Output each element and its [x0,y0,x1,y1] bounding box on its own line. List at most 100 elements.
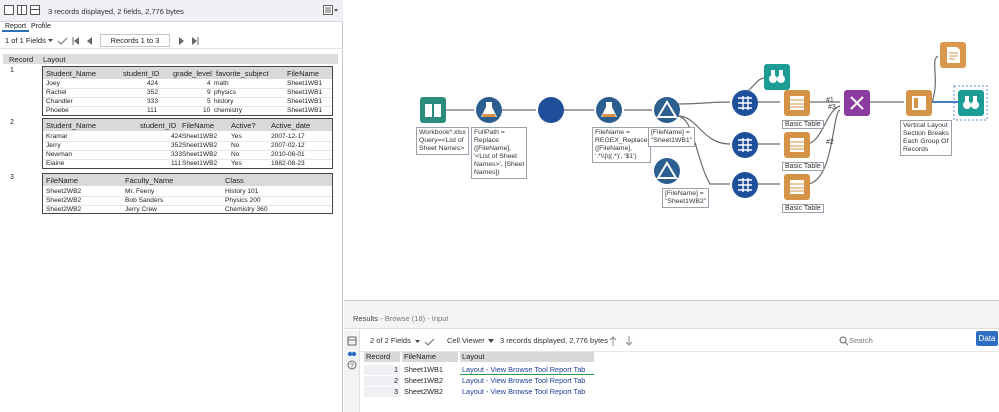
layout-link[interactable]: Layout - View Browse Tool Report Tab [460,376,594,386]
browse-tool-2[interactable] [958,90,984,116]
table-cell: Chandler [46,98,73,105]
table-cell: Joey [46,80,60,87]
table-cell: 111 [171,160,182,167]
grid-icon [738,138,752,152]
browse-tool-1[interactable] [764,64,790,90]
union-tool[interactable] [844,90,870,116]
table-icon [790,180,804,194]
search-input[interactable] [849,333,969,348]
table-cell[interactable]: Sheet1WB2 [402,376,458,386]
table-cell: 333 [171,151,183,158]
header-cell: grade_level [173,69,212,78]
select-tool-3[interactable] [732,172,758,198]
cell-viewer-select[interactable]: Cell Viewer [447,336,485,345]
results-header: Results - Browse (18) - Input [344,301,999,329]
fields-select[interactable]: 1 of 1 Fields [5,36,46,45]
table-cell: 10 [203,107,211,114]
view-rows-icon[interactable] [30,5,40,15]
layout-link[interactable]: Layout - View Browse Tool Report Tab [460,387,594,397]
table-cell: Physics 200 [225,197,261,204]
chevron-down-icon[interactable] [488,339,494,344]
header-cell: Class [225,176,244,185]
view-columns-icon[interactable] [17,5,27,15]
flask-icon [601,102,617,117]
report-pane: 3 records displayed, 2 fields, 2,776 byt… [0,0,343,412]
report-toolbar: 3 records displayed, 2 fields, 2,776 byt… [0,0,343,22]
table-cell[interactable]: Sheet2WB2 [402,387,458,397]
workflow-canvas[interactable]: Workbook*.xlsx Query=<List of Sheet Name… [344,0,999,300]
annotation-formula-2: FileName = REGEX_Replace ([FileName], '.… [592,127,651,163]
table-cell: Sheet1WB1 [287,107,323,114]
record-number: 3 [10,174,14,181]
filter-tool-2[interactable] [654,158,680,184]
dynamic-input-tool[interactable] [538,97,564,123]
table-cell: 2010-06-01 [271,151,305,158]
binoculars-icon [769,70,785,83]
first-record-icon[interactable] [72,37,96,45]
table-cell: Sheet1WB2 [182,151,218,158]
basic-table-tool-2[interactable] [784,132,810,158]
results-fields-select[interactable]: 2 of 2 Fields [370,336,411,345]
view-single-icon[interactable] [4,5,14,15]
header-cell: Faculty_Name [125,176,174,185]
table-cell: 352 [147,89,159,96]
table-cell: history [214,98,234,105]
table-cell[interactable]: Sheet1WB1 [402,365,458,375]
help-icon[interactable]: ? [347,360,357,370]
layout-tool[interactable] [906,90,932,116]
table-cell: Sheet1WB2 [182,160,218,167]
record-table-2: Student_Name student_ID FileName Active?… [42,118,333,169]
basic-table-tool-1[interactable] [784,90,810,116]
filter-tool-1[interactable] [654,97,680,123]
formula-tool-2[interactable] [596,97,622,123]
last-record-icon[interactable] [178,37,202,45]
table-cell: Sheet1WB2 [182,133,218,140]
table-cell: No [231,142,240,149]
search-icon [839,336,849,346]
table-cell: 9 [207,89,211,96]
table-cell: Jerry Crew [125,206,157,213]
annotation-formula-1: FullPath = Replace ([FileName], '<List o… [471,127,528,179]
table-cell: Yes [231,133,242,140]
col-filename: FileName [402,352,458,362]
basic-table-label: Basic Table [782,162,824,171]
record-number: 2 [10,119,14,126]
filter-icon [656,100,678,118]
header-cell: Student_Name [46,69,97,78]
sort-arrows-icon[interactable] [609,335,637,347]
select-tool-2[interactable] [732,132,758,158]
tab-report[interactable]: Report [2,22,30,32]
table-cell: Sheet2WB2 [46,206,82,213]
table-cell: 5 [207,98,211,105]
table-view-icon[interactable] [347,336,357,346]
table-cell: Sheet1WB2 [182,142,218,149]
basic-table-label: Basic Table [782,120,824,129]
browse-icon[interactable] [347,348,357,358]
header-cell: Student_Name [46,121,97,130]
render-tool[interactable] [940,42,966,68]
records-range-box[interactable]: Records 1 to 3 [100,34,170,47]
tab-profile[interactable]: Profile [28,22,54,32]
results-sidebar: ? [344,330,360,412]
header-cell: favorite_subject [216,69,269,78]
fields-dropdown-icon[interactable] [415,338,439,346]
input-data-tool[interactable] [420,97,446,123]
table-cell: Sheet1WB1 [287,80,323,87]
basic-table-tool-3[interactable] [784,174,810,200]
table-icon [790,96,804,110]
table-cell: 1 [364,365,400,375]
data-button[interactable]: Data [976,331,998,346]
table-cell: 3 [364,387,400,397]
col-layout: Layout [460,352,594,362]
connection-label: #3 [828,104,836,111]
layout-link[interactable]: Layout - View Browse Tool Report Tab [460,365,594,375]
formula-tool-1[interactable] [476,97,502,123]
fields-dropdown-icon[interactable] [48,37,70,45]
table-cell: math [214,80,229,87]
flask-icon [481,102,497,117]
table-cell: Elaine [46,160,65,167]
select-tool-1[interactable] [732,90,758,116]
annotation-layout: Vertical Layout Section Breaks Each Grou… [900,120,952,156]
options-icon[interactable] [323,5,339,16]
table-cell: Kramar [46,133,68,140]
